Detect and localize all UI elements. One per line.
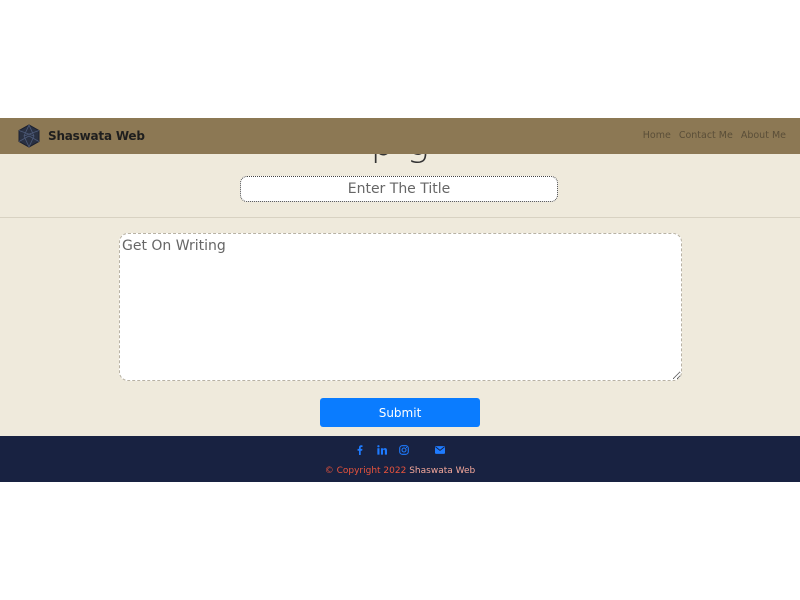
brand-logo-icon — [18, 124, 40, 148]
nav-link-contact[interactable]: Contact Me — [679, 130, 733, 141]
divider — [0, 217, 800, 218]
copyright-prefix: © Copyright 2022 — [324, 466, 407, 476]
nav-links: Home Contact Me About Me — [643, 130, 786, 141]
footer: © Copyright 2022 Shaswata Web — [0, 436, 800, 482]
submit-button[interactable]: Submit — [320, 398, 480, 427]
title-input[interactable] — [240, 176, 558, 202]
page-frame: p g Shaswata Web Home Contact Me About M… — [0, 118, 800, 482]
copyright-text: © Copyright 2022 Shaswata Web — [0, 466, 800, 476]
instagram-icon[interactable] — [398, 444, 410, 456]
social-spacer — [420, 444, 424, 456]
navbar: Shaswata Web Home Contact Me About Me — [0, 118, 800, 154]
brand-name: Shaswata Web — [48, 129, 145, 143]
copyright-owner[interactable]: Shaswata Web — [409, 466, 475, 476]
linkedin-icon[interactable] — [376, 444, 388, 456]
content-textarea[interactable] — [119, 233, 682, 381]
nav-link-home[interactable]: Home — [643, 130, 671, 141]
facebook-icon[interactable] — [354, 444, 366, 456]
nav-link-about[interactable]: About Me — [741, 130, 786, 141]
brand-link[interactable]: Shaswata Web — [18, 124, 145, 148]
email-icon[interactable] — [434, 444, 446, 456]
social-links — [0, 444, 800, 456]
